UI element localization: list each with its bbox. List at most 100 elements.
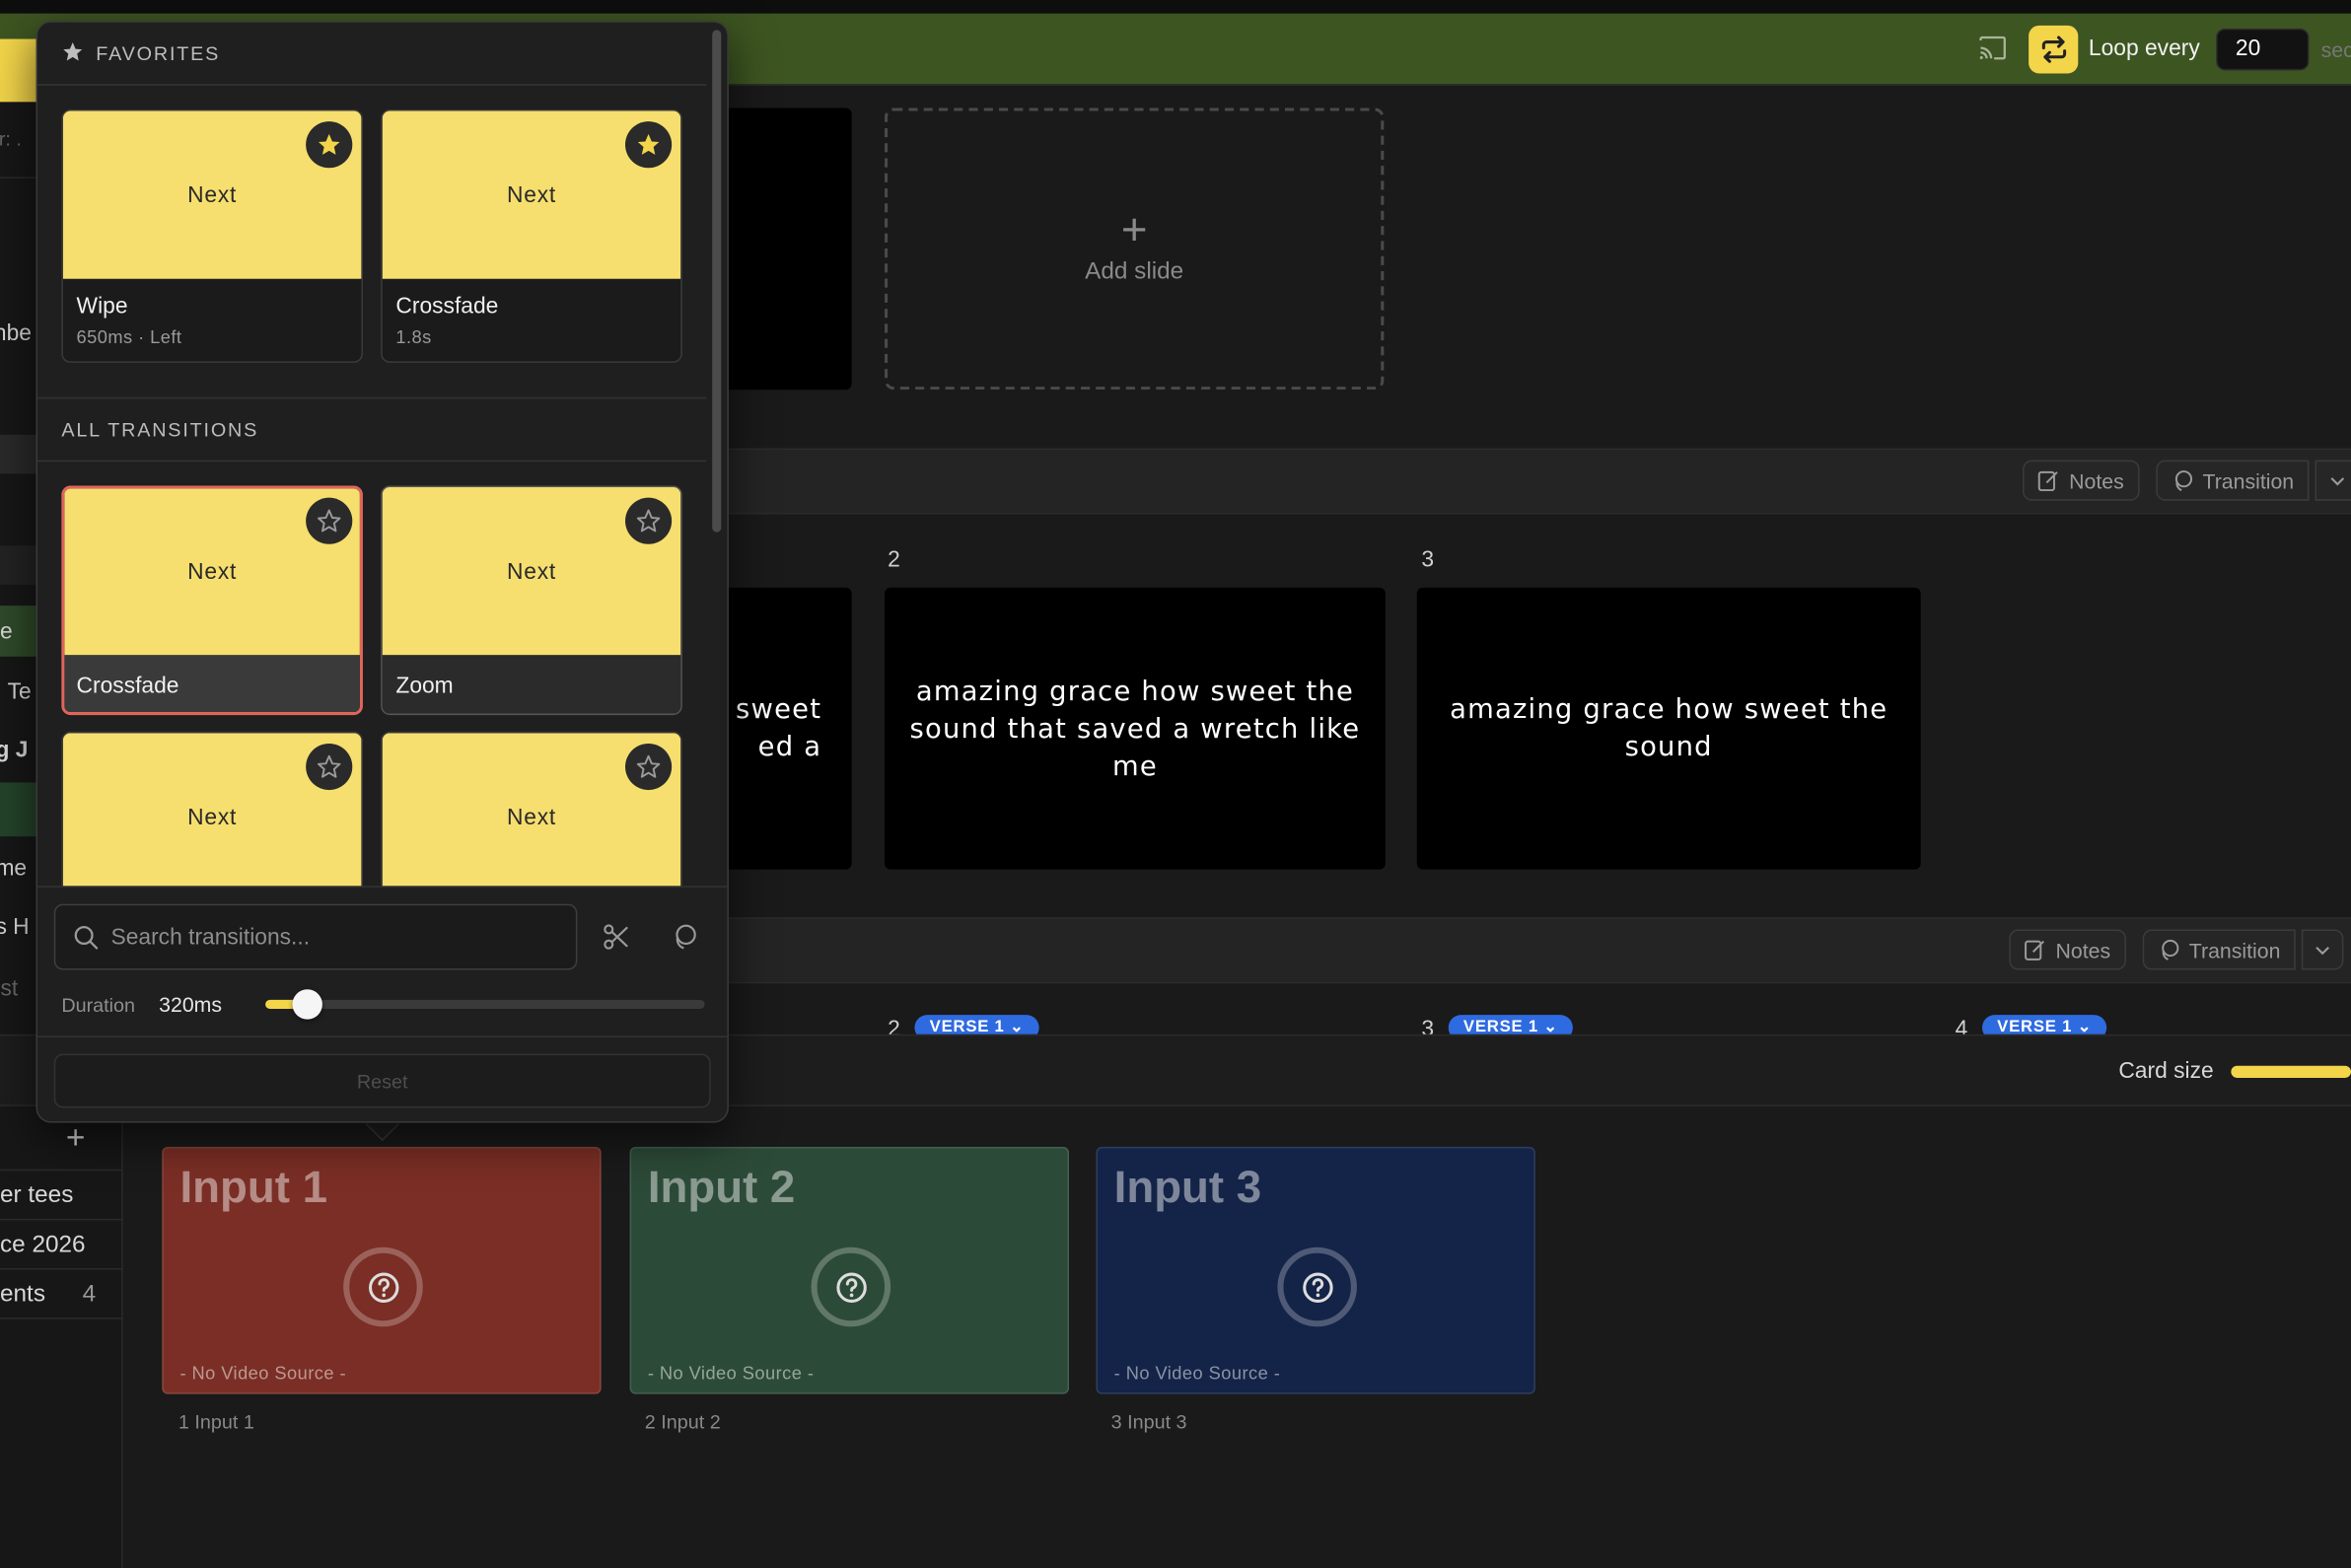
verse-badge[interactable]: VERSE 1 ⌄ xyxy=(1448,1015,1574,1034)
scissors-icon[interactable] xyxy=(603,923,629,958)
input-title: Input 3 xyxy=(1113,1163,1262,1213)
playlist-item[interactable]: er tees xyxy=(0,1171,123,1221)
transition-card[interactable]: Next xyxy=(61,731,363,912)
loop-unit-label: sec xyxy=(2320,37,2351,62)
loop-label: Loop every xyxy=(2088,36,2200,62)
reset-button[interactable]: Reset xyxy=(53,1053,711,1108)
playlist-item-label: er tees xyxy=(0,1182,74,1209)
transition-card[interactable]: Next xyxy=(381,731,682,912)
question-icon xyxy=(1277,1247,1357,1327)
sidebar-row-highlight[interactable] xyxy=(0,434,36,474)
sidebar-row-green[interactable] xyxy=(0,782,36,837)
chevron-down-icon xyxy=(2315,946,2329,955)
transition-name: Wipe xyxy=(76,293,128,320)
chevron-down-icon xyxy=(2330,476,2345,485)
search-placeholder: Search transitions... xyxy=(110,924,311,951)
notes-icon xyxy=(2037,470,2058,492)
slide-thumbnail[interactable]: amazing grace how sweet the sound xyxy=(1416,587,1921,870)
sidebar-fragment: g J xyxy=(0,737,29,763)
transition-name: Zoom xyxy=(395,673,454,699)
slide-number: 2 xyxy=(888,1016,900,1034)
transition-icon[interactable] xyxy=(671,923,697,958)
verse-badge[interactable]: VERSE 1 ⌄ xyxy=(914,1015,1040,1034)
playlist-item-label: ce 2026 xyxy=(0,1232,86,1258)
transition-icon xyxy=(2174,470,2193,491)
favorite-star-icon[interactable] xyxy=(625,121,673,169)
question-icon xyxy=(343,1247,423,1327)
repeat-icon xyxy=(2041,36,2066,63)
loop-seconds-input[interactable]: 20 xyxy=(2216,28,2310,71)
no-video-source-label: - No Video Source - xyxy=(647,1362,815,1385)
cast-icon[interactable] xyxy=(1979,36,2006,60)
duration-slider-track[interactable] xyxy=(265,999,705,1010)
slide-number: 3 xyxy=(1421,1016,1435,1034)
verse-badge-label: VERSE 1 xyxy=(1462,1018,1538,1034)
playlist-item-count: 4 xyxy=(82,1281,97,1308)
input-title: Input 2 xyxy=(647,1163,796,1213)
divider xyxy=(37,1035,728,1037)
star-icon xyxy=(61,40,84,70)
divider xyxy=(37,84,707,86)
star-outline-icon[interactable] xyxy=(625,497,673,544)
sidebar-row[interactable] xyxy=(0,545,36,585)
transition-meta: 1.8s xyxy=(395,326,432,348)
input-card[interactable]: Input 3 - No Video Source - xyxy=(1096,1146,1535,1394)
divider xyxy=(37,460,707,463)
add-icon[interactable]: + xyxy=(66,1120,86,1154)
transition-card[interactable]: Next Zoom xyxy=(381,485,682,716)
star-outline-icon[interactable] xyxy=(625,743,673,791)
duration-label: Duration xyxy=(61,993,136,1017)
transition-button[interactable]: Transition xyxy=(2156,460,2310,501)
sidebar-active-tab[interactable] xyxy=(0,38,36,103)
input-title: Input 1 xyxy=(179,1163,327,1213)
transition-label: Transition xyxy=(2202,468,2295,493)
playlist-item[interactable]: ents 4 xyxy=(0,1270,123,1319)
window-top-strip xyxy=(0,0,2351,14)
duration-slider-thumb[interactable] xyxy=(292,989,322,1020)
transition-dropdown[interactable] xyxy=(2301,929,2344,970)
input-card[interactable]: Input 2 - No Video Source - xyxy=(629,1146,1070,1394)
transition-button[interactable]: Transition xyxy=(2142,929,2296,970)
transition-card-selected[interactable]: Next Crossfade xyxy=(61,485,363,716)
notes-button[interactable]: Notes xyxy=(2009,929,2126,970)
transition-meta: 650ms · Left xyxy=(76,326,182,348)
sidebar-fragment: s H xyxy=(0,914,30,941)
transition-card[interactable]: Next Crossfade 1.8s xyxy=(381,108,682,363)
card-size-label: Card size xyxy=(2118,1058,2214,1085)
popover-footer: Search transitions... Duration 320ms Res… xyxy=(37,886,728,1122)
search-transitions-input[interactable]: Search transitions... xyxy=(53,903,578,970)
all-transitions-title: ALL TRANSITIONS xyxy=(61,418,259,441)
input-caption: 1 Input 1 xyxy=(178,1410,254,1434)
notes-button[interactable]: Notes xyxy=(2023,460,2139,501)
star-outline-icon[interactable] xyxy=(306,743,353,791)
slide-thumbnail[interactable]: amazing grace how sweet the sound that s… xyxy=(885,587,1386,870)
notes-icon xyxy=(2025,940,2045,961)
sidebar-fragment: Te xyxy=(7,678,32,705)
plus-icon: + xyxy=(1120,205,1148,255)
divider xyxy=(37,396,707,399)
card-size-slider[interactable] xyxy=(2231,1065,2351,1078)
playlist-item[interactable]: ce 2026 xyxy=(0,1220,123,1270)
popover-scrollbar[interactable] xyxy=(712,30,722,533)
add-slide-button[interactable]: + Add slide xyxy=(885,107,1385,391)
search-icon xyxy=(74,925,100,958)
slide-row-clipped: 2 VERSE 1 ⌄ 3 VERSE 1 ⌄ 4 VERSE 1 ⌄ xyxy=(705,1007,2351,1034)
no-video-source-label: - No Video Source - xyxy=(179,1362,347,1385)
favorite-star-icon[interactable] xyxy=(306,121,353,169)
transition-dropdown[interactable] xyxy=(2315,460,2351,501)
sidebar-divider xyxy=(0,177,36,178)
notes-label: Notes xyxy=(2055,937,2111,962)
sidebar-fragment: er: . xyxy=(0,127,22,151)
loop-toggle-button[interactable] xyxy=(2029,25,2079,74)
transition-label: Transition xyxy=(2188,937,2281,962)
input-caption: 3 Input 3 xyxy=(1110,1410,1187,1434)
question-icon xyxy=(811,1247,891,1327)
transition-name: Crossfade xyxy=(395,293,499,320)
input-card[interactable]: Input 1 - No Video Source - xyxy=(162,1146,602,1394)
transition-card[interactable]: Next Wipe 650ms · Left xyxy=(61,108,363,363)
verse-badge-label: VERSE 1 xyxy=(929,1018,1005,1034)
sidebar-fragment[interactable]: nbe xyxy=(0,321,32,346)
star-outline-icon[interactable] xyxy=(306,497,353,544)
verse-badge-label: VERSE 1 xyxy=(1997,1018,2073,1034)
verse-badge[interactable]: VERSE 1 ⌄ xyxy=(1981,1015,2107,1034)
